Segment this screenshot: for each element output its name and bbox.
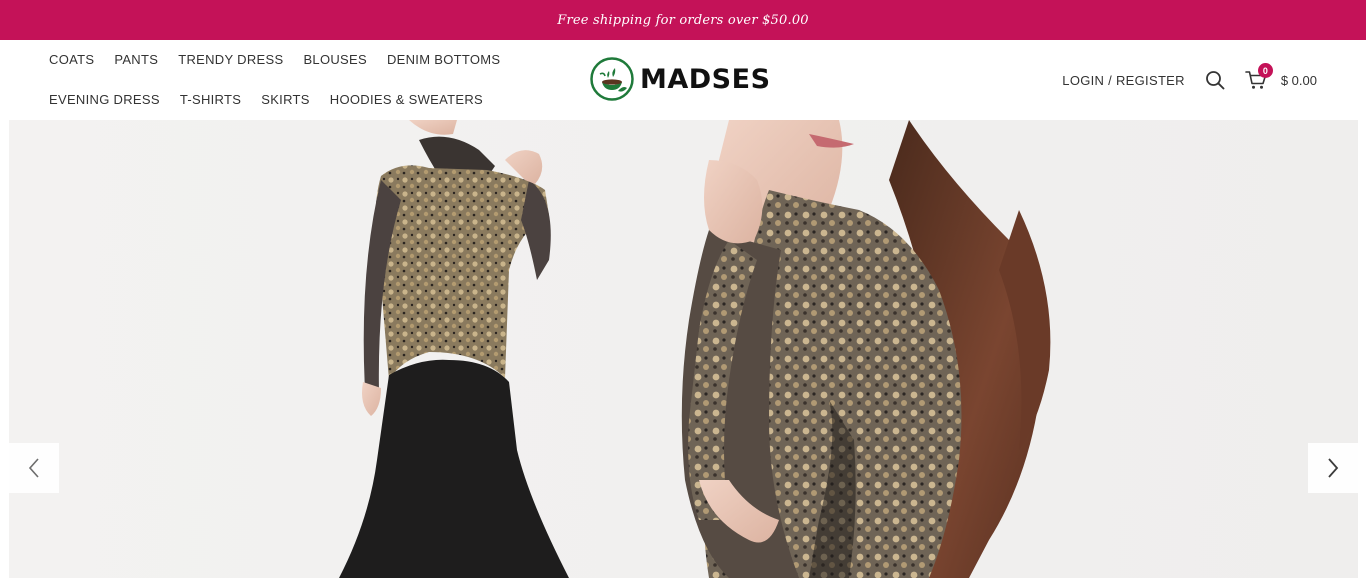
cart-total: $ 0.00 <box>1280 72 1317 88</box>
main-nav-row-2: EVENING DRESS T-SHIRTS SKIRTS HOODIES & … <box>49 92 503 107</box>
nav-item-hoodies-sweaters[interactable]: HOODIES & SWEATERS <box>330 92 483 107</box>
nav-item-evening-dress[interactable]: EVENING DRESS <box>49 92 160 107</box>
search-icon[interactable] <box>1205 70 1225 90</box>
nav-item-blouses[interactable]: BLOUSES <box>303 52 367 67</box>
hero-slide-image <box>9 120 1358 578</box>
chevron-left-icon <box>28 458 39 478</box>
login-register-link[interactable]: LOGIN / REGISTER <box>1062 73 1185 88</box>
hero-slider <box>9 120 1358 578</box>
chevron-right-icon <box>1328 458 1339 478</box>
promo-banner: Free shipping for orders over $50.00 <box>0 0 1366 40</box>
main-nav-row-1: COATS PANTS TRENDY DRESS BLOUSES DENIM B… <box>49 52 520 67</box>
logo-emblem-icon <box>590 57 634 101</box>
nav-item-denim-bottoms[interactable]: DENIM BOTTOMS <box>387 52 500 67</box>
promo-text: Free shipping for orders over $50.00 <box>557 12 809 28</box>
nav-item-skirts[interactable]: SKIRTS <box>261 92 310 107</box>
nav-item-t-shirts[interactable]: T-SHIRTS <box>180 92 241 107</box>
cart-widget[interactable]: 0 $ 0.00 <box>1245 63 1317 90</box>
logo-wordmark: MADSES <box>640 63 771 95</box>
slider-next-button[interactable] <box>1308 443 1358 493</box>
slider-prev-button[interactable] <box>9 443 59 493</box>
nav-item-pants[interactable]: PANTS <box>114 52 158 67</box>
header-tools: LOGIN / REGISTER 0 $ 0.00 <box>1062 63 1317 94</box>
cart-count-badge: 0 <box>1257 63 1273 78</box>
site-logo[interactable]: MADSES <box>590 57 771 101</box>
nav-item-trendy-dress[interactable]: TRENDY DRESS <box>178 52 283 67</box>
nav-item-coats[interactable]: COATS <box>49 52 94 67</box>
site-header: COATS PANTS TRENDY DRESS BLOUSES DENIM B… <box>0 40 1366 120</box>
